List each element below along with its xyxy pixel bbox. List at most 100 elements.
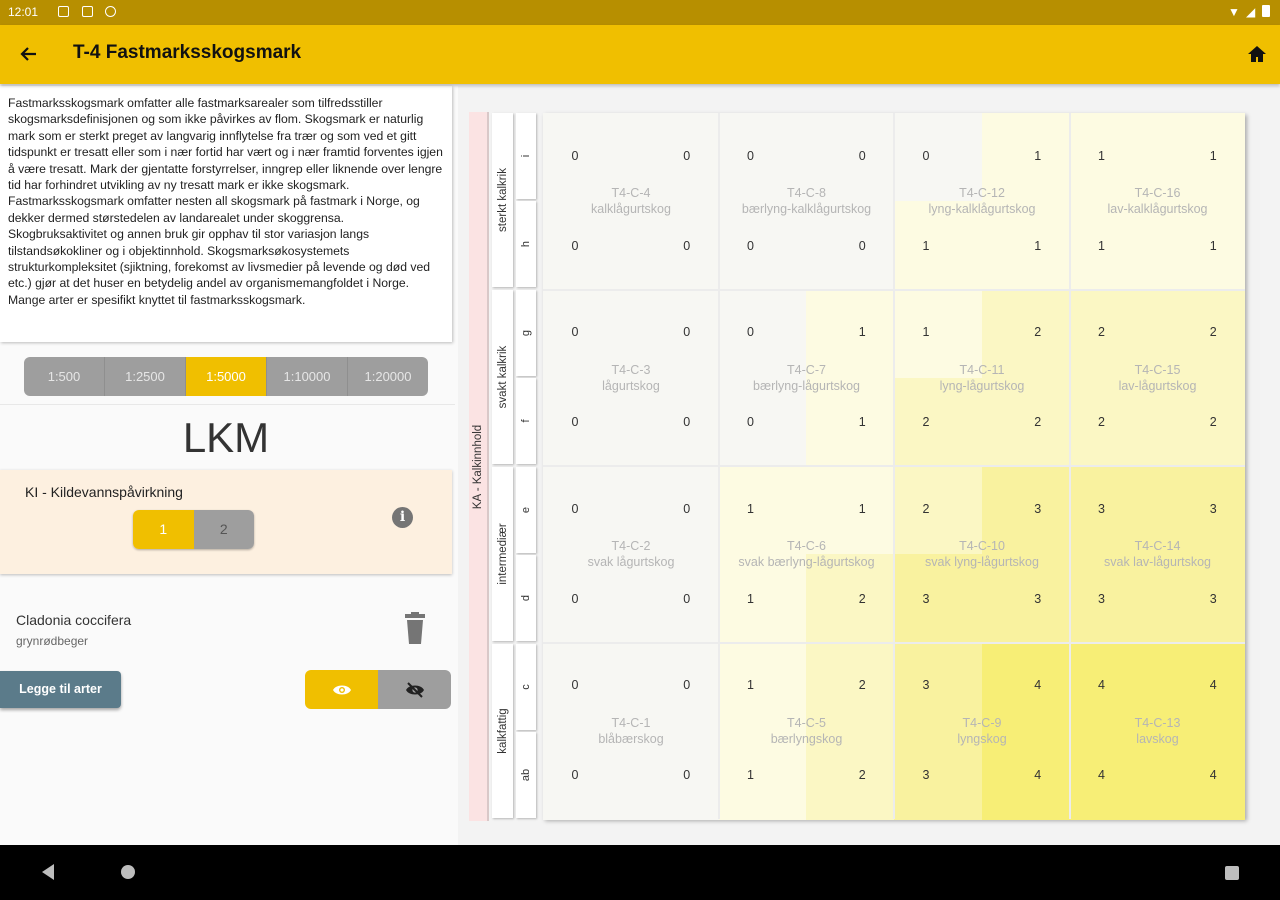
matrix-cell[interactable]: 3 xyxy=(1157,554,1246,644)
matrix-cell[interactable]: 0 xyxy=(718,201,807,291)
matrix-cell[interactable]: 2 xyxy=(1157,289,1246,379)
matrix-cell[interactable]: 0 xyxy=(543,554,631,644)
arrow-left-icon xyxy=(20,47,36,61)
matrix-cell[interactable]: 2 xyxy=(981,289,1070,379)
notification-icon xyxy=(58,6,69,17)
matrix-cell[interactable]: 1 xyxy=(894,201,982,291)
scale-option[interactable]: 1:2500 xyxy=(105,357,186,396)
matrix-cell[interactable]: 0 xyxy=(543,642,631,732)
matrix-cell[interactable]: 1 xyxy=(718,730,807,820)
matrix-cell[interactable]: 4 xyxy=(1157,730,1246,820)
nav-back-icon[interactable] xyxy=(40,863,56,881)
matrix-cell[interactable]: 2 xyxy=(1069,377,1158,467)
matrix-cell[interactable]: 0 xyxy=(718,113,807,202)
cell-value: 3 xyxy=(1034,591,1042,606)
cell-value: 1 xyxy=(858,415,866,430)
add-species-button[interactable]: Legge til arter xyxy=(0,671,121,708)
matrix-cell[interactable]: 2 xyxy=(981,377,1070,467)
matrix-cell[interactable]: 4 xyxy=(1069,642,1158,732)
matrix-cell[interactable]: 3 xyxy=(894,730,982,820)
sub-row-label: i xyxy=(516,113,536,199)
matrix-cell[interactable]: 1 xyxy=(718,554,807,644)
nav-home-icon[interactable] xyxy=(121,865,135,879)
matrix-cell[interactable]: 3 xyxy=(1069,466,1158,555)
matrix-cell[interactable]: 0 xyxy=(630,201,719,291)
cell-value: 0 xyxy=(747,148,754,163)
sub-row-label-text: i xyxy=(520,154,532,158)
matrix-cell[interactable]: 0 xyxy=(543,466,631,555)
delete-species-button[interactable] xyxy=(401,612,429,646)
matrix-cell[interactable]: 2 xyxy=(894,377,982,467)
show-button[interactable] xyxy=(305,670,378,709)
scale-option[interactable]: 1:10000 xyxy=(267,357,348,396)
matrix-cell[interactable]: 0 xyxy=(718,377,807,467)
hide-button[interactable] xyxy=(378,670,451,709)
matrix-cell[interactable]: 1 xyxy=(806,377,895,467)
matrix-cell[interactable]: 1 xyxy=(1157,201,1246,291)
matrix-cell[interactable]: 1 xyxy=(894,289,982,379)
info-icon[interactable]: i xyxy=(392,507,413,528)
cell-value: 0 xyxy=(571,678,579,692)
matrix-cell[interactable]: 0 xyxy=(718,289,807,379)
matrix-cell[interactable]: 0 xyxy=(543,377,631,467)
matrix-cell[interactable]: 1 xyxy=(1157,113,1246,202)
matrix-cell[interactable]: 0 xyxy=(894,113,982,202)
cell-value: 1 xyxy=(1098,238,1105,253)
matrix-cell[interactable]: 1 xyxy=(806,289,895,379)
matrix-cell[interactable]: 2 xyxy=(806,642,895,732)
matrix-cell[interactable]: 1 xyxy=(981,201,1070,291)
matrix-cell[interactable]: 0 xyxy=(543,113,631,202)
matrix-cell[interactable]: 3 xyxy=(981,554,1070,644)
back-button[interactable] xyxy=(14,39,44,69)
cell-value: 0 xyxy=(571,768,579,783)
matrix-cell[interactable]: 4 xyxy=(1069,730,1158,820)
matrix-cell[interactable]: 2 xyxy=(1069,289,1158,379)
matrix-cell[interactable]: 0 xyxy=(630,466,719,555)
matrix-cell[interactable]: 0 xyxy=(543,730,631,820)
matrix-cell[interactable]: 1 xyxy=(718,466,807,555)
matrix-cell[interactable]: 0 xyxy=(630,377,719,467)
home-button[interactable] xyxy=(1242,39,1272,69)
matrix-cell[interactable]: 0 xyxy=(543,289,631,379)
matrix-cell[interactable]: 0 xyxy=(806,201,895,291)
cell-value: 4 xyxy=(1098,678,1105,692)
matrix-cell[interactable]: 3 xyxy=(981,466,1070,555)
matrix-cell[interactable]: 4 xyxy=(981,730,1070,820)
matrix-cell[interactable]: 0 xyxy=(630,289,719,379)
cell-value: 2 xyxy=(1098,325,1105,339)
matrix-cell[interactable]: 4 xyxy=(981,642,1070,732)
matrix-cell[interactable]: 0 xyxy=(630,730,719,820)
matrix-cell[interactable]: 0 xyxy=(806,113,895,202)
scale-option[interactable]: 1:500 xyxy=(24,357,105,396)
species-common-name: grynrødbeger xyxy=(16,634,89,648)
cell-value: 1 xyxy=(922,325,930,339)
matrix-cell[interactable]: 2 xyxy=(894,466,982,555)
divider xyxy=(0,404,455,405)
matrix-cell[interactable]: 4 xyxy=(1157,642,1246,732)
matrix-cell[interactable]: 0 xyxy=(543,201,631,291)
matrix-cell[interactable]: 3 xyxy=(1157,466,1246,555)
matrix-cell[interactable]: 0 xyxy=(630,642,719,732)
nav-recents-icon[interactable] xyxy=(1225,866,1239,880)
scale-option[interactable]: 1:5000 xyxy=(186,357,267,396)
matrix-cell[interactable]: 2 xyxy=(806,554,895,644)
matrix-cell[interactable]: 1 xyxy=(1069,201,1158,291)
matrix-cell[interactable]: 3 xyxy=(894,554,982,644)
cell-value: 2 xyxy=(922,501,930,516)
matrix-cell[interactable]: 1 xyxy=(806,466,895,555)
cell-value: 1 xyxy=(922,238,930,253)
matrix-cell[interactable]: 0 xyxy=(630,113,719,202)
matrix-cell[interactable]: 2 xyxy=(1157,377,1246,467)
cell-value: 2 xyxy=(858,678,866,692)
ki-option-1[interactable]: 1 xyxy=(133,510,194,549)
matrix-cell[interactable]: 1 xyxy=(1069,113,1158,202)
matrix-cell[interactable]: 2 xyxy=(806,730,895,820)
scale-option[interactable]: 1:20000 xyxy=(348,357,428,396)
sd-card-icon xyxy=(82,6,93,17)
ki-option-2[interactable]: 2 xyxy=(193,510,254,549)
matrix-cell[interactable]: 3 xyxy=(1069,554,1158,644)
matrix-cell[interactable]: 3 xyxy=(894,642,982,732)
matrix-cell[interactable]: 0 xyxy=(630,554,719,644)
matrix-cell[interactable]: 1 xyxy=(718,642,807,732)
matrix-cell[interactable]: 1 xyxy=(981,113,1070,202)
